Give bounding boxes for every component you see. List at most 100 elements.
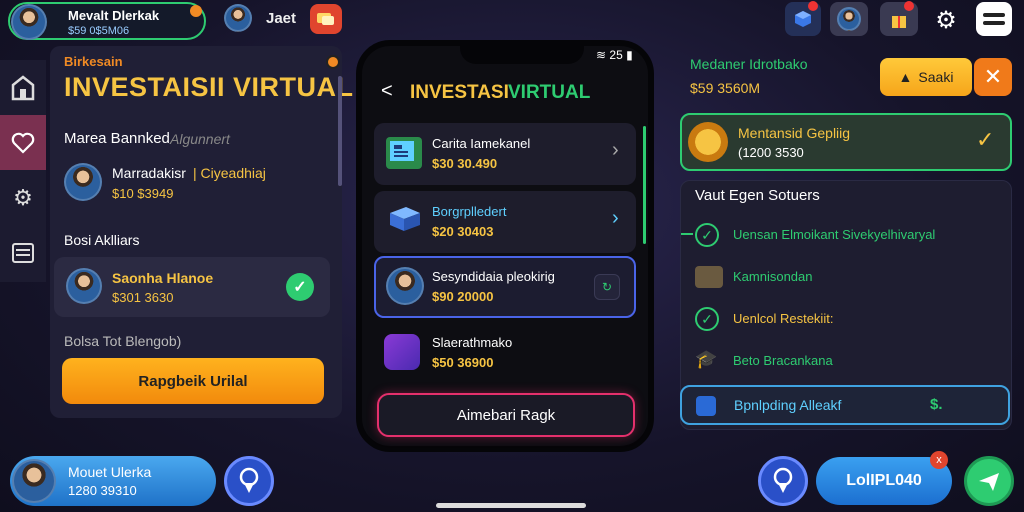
section2-label: Bosi Aklliars <box>64 232 140 248</box>
sidebar-item-home[interactable] <box>0 60 46 115</box>
status-text: 25 <box>609 48 623 62</box>
row-title: Carita Iamekanel <box>432 136 531 151</box>
feature-item: Kamnisondan <box>733 269 813 284</box>
friend-avatar[interactable] <box>224 4 252 32</box>
list-icon <box>12 242 34 263</box>
medal-icon <box>239 467 259 493</box>
selected-plan-card[interactable]: Mentansid Gepliig (1200 3530 ✓ <box>680 113 1012 171</box>
close-icon[interactable]: ✕ <box>974 58 1012 96</box>
phone-title-2: VIRTUAL <box>508 82 591 103</box>
sparkle-icon <box>384 334 420 370</box>
feature-item: Beto Bracankana <box>733 353 833 368</box>
notification-dot <box>190 5 202 17</box>
row-title: Sesyndidaia pleokirig <box>432 269 555 284</box>
home-indicator <box>436 503 586 508</box>
heart-icon <box>11 132 35 154</box>
menu-icon[interactable] <box>976 2 1012 36</box>
save-label: Saaki <box>918 69 954 85</box>
server-icon <box>386 203 424 244</box>
page-title: INVESTAISII VIRTUAL <box>64 72 354 102</box>
check-circle-icon: ✓ <box>695 307 719 331</box>
feature-item: Uenlcol Restekiit: <box>733 311 834 326</box>
chevron-right-icon: › <box>612 207 619 229</box>
footer-hint: Bolsa Tot Blengob) <box>64 333 182 349</box>
badge-button[interactable] <box>224 456 274 506</box>
medal-button[interactable] <box>758 456 808 506</box>
phone-scrollbar[interactable] <box>643 126 646 244</box>
spreadsheet-icon <box>386 137 422 169</box>
chest-icon <box>695 266 723 288</box>
left-kicker: Birkesain <box>64 54 123 69</box>
features-title: Vaut Egen Sotuers <box>695 187 820 204</box>
left-scrollbar[interactable] <box>338 76 342 186</box>
battery-icon: ▮ <box>626 48 633 62</box>
primary-cta-button[interactable]: Rapgbeik Urilal <box>62 358 324 404</box>
check-icon: ✓ <box>286 273 314 301</box>
check-circle-icon: ✓ <box>695 223 719 247</box>
row-avatar <box>386 267 424 305</box>
top-center-label: Jaet <box>266 10 297 27</box>
bottom-profile-chip[interactable]: Mouet Ulerka 1280 39310 <box>10 456 216 506</box>
row-title: Borgrplledert <box>432 204 507 219</box>
section1-label: Marea Bannked <box>64 130 170 147</box>
phone-status: ≋ 25 ▮ <box>596 48 633 62</box>
chat-icon[interactable] <box>310 4 342 34</box>
sidebar-item-favorites[interactable] <box>0 115 46 170</box>
holding-card[interactable]: Saonha Hlanoe $301 3630 ✓ <box>54 257 330 317</box>
list-item-selected[interactable]: Sesyndidaia pleokirig $90 20000 ↻ <box>374 256 636 318</box>
person-icon[interactable] <box>830 2 868 36</box>
featured-name: Marradakisr <box>112 165 186 181</box>
profile-balance: $59 0$5M06 <box>68 25 130 37</box>
cube-badge <box>808 1 818 11</box>
profile-chip[interactable]: Mevalt Dlerkak $59 0$5M06 <box>8 2 206 40</box>
phone-notch <box>460 40 584 64</box>
section1-hint: Algunnert <box>170 131 230 147</box>
triangle-icon: ▲ <box>898 69 913 85</box>
house-icon <box>11 74 35 100</box>
list-item[interactable]: Slaerathmako $50 36900 <box>374 322 636 384</box>
bottom-avatar <box>12 459 56 503</box>
checkmark-icon: ✓ <box>976 127 995 152</box>
row-title: Slaerathmako <box>432 335 513 350</box>
connector <box>681 233 693 235</box>
gift-badge <box>904 1 914 11</box>
shield-icon <box>696 396 716 416</box>
featured-avatar <box>64 163 102 201</box>
sidebar-item-list[interactable] <box>0 225 46 280</box>
row-value: $90 20000 <box>432 289 494 304</box>
wifi-icon: ≋ <box>596 48 607 62</box>
holding-value: $301 3630 <box>112 290 174 305</box>
gear-icon[interactable]: ⚙ <box>928 4 964 36</box>
bonus-row[interactable]: Bpnlpding Alleakf $. <box>680 385 1010 425</box>
bottom-user-name: Mouet Ulerka <box>68 464 152 480</box>
feature-item: Uensan Elmoikant Sivekyelhivaryal <box>733 227 936 242</box>
holding-name: Saonha Hlanoe <box>112 270 214 286</box>
phone-title-1: INVESTASI <box>410 82 509 103</box>
right-header-name: Medaner Idrotbako <box>690 56 808 72</box>
play-button[interactable] <box>964 456 1014 506</box>
left-panel-badge <box>326 55 340 69</box>
list-item[interactable]: Carita Iamekanel $30 30.490 › <box>374 123 636 185</box>
grad-cap-icon: 🎓 <box>695 349 718 369</box>
refresh-icon[interactable]: ↻ <box>594 274 620 300</box>
coin-icon <box>688 122 728 162</box>
right-header-value: $59 3560M <box>690 80 761 96</box>
plan-title: Mentansid Gepliig <box>738 125 851 141</box>
person-avatar <box>837 7 861 31</box>
holding-avatar <box>66 268 102 304</box>
sidebar-item-settings[interactable]: ⚙ <box>0 170 46 225</box>
row-value: $50 36900 <box>432 355 494 370</box>
list-item[interactable]: Borgrplledert $20 30403 › <box>374 191 636 253</box>
back-button[interactable]: < <box>381 80 393 103</box>
plan-value: (1200 3530 <box>738 145 804 160</box>
bonus-tail: $. <box>930 396 943 413</box>
save-button[interactable]: ▲ Saaki <box>880 58 972 96</box>
row-value: $30 30.490 <box>432 156 498 171</box>
bottom-user-value: 1280 39310 <box>68 483 137 498</box>
pill-badge: x <box>930 451 948 469</box>
chevron-right-icon: › <box>612 139 619 161</box>
phone-cta-button[interactable]: Aimebari Ragk <box>377 393 635 437</box>
avatar <box>11 4 47 40</box>
medal-icon <box>773 467 793 493</box>
bonus-label: Bpnlpding Alleakf <box>734 397 842 413</box>
